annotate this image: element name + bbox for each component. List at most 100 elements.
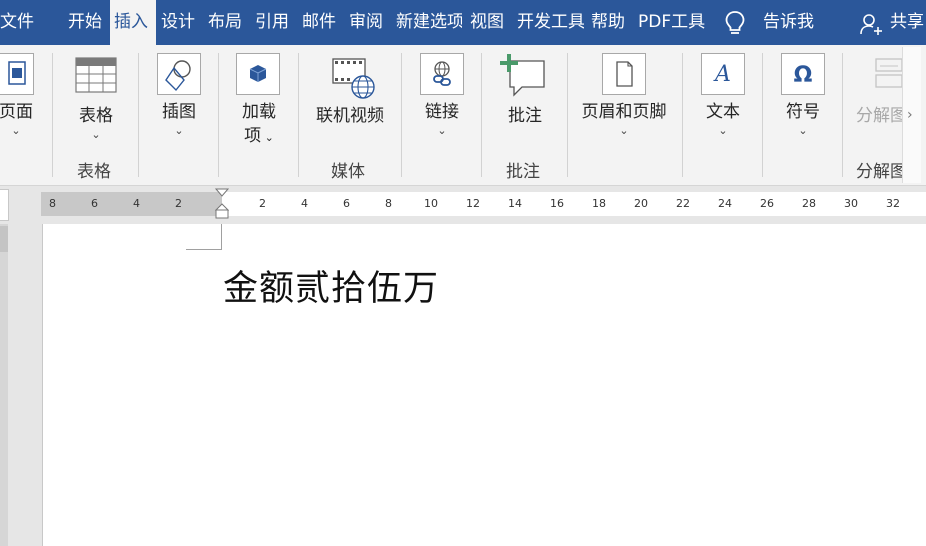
pages-label: 页面 (0, 102, 33, 122)
pages-icon-frame (0, 53, 34, 95)
online-video-label: 联机视频 (316, 106, 384, 126)
tab-label: 视图 (470, 12, 504, 32)
ruler-tick: 18 (592, 197, 606, 210)
addins-icon-frame (236, 53, 280, 95)
ruler-tick: 4 (301, 197, 308, 210)
ribbon-tab-bar: 文件 开始 插入 设计 布局 引用 邮件 审阅 新建选项 视图 开发工具 帮助 … (0, 0, 926, 45)
addins-button[interactable]: 加载 项 ⌄ (234, 100, 284, 150)
cube-icon (249, 65, 267, 82)
tab-label: 设计 (161, 12, 195, 32)
tab-label: 审阅 (349, 12, 383, 32)
horizontal-ruler[interactable]: 8 6 4 2 2 4 6 8 10 12 14 16 18 20 22 24 … (41, 188, 926, 219)
tab-pdf-tools[interactable]: PDF工具 (638, 0, 706, 45)
ruler-tick: 8 (385, 197, 392, 210)
pages-button[interactable]: 页面 ⌄ (0, 100, 36, 138)
header-footer-button[interactable]: 页眉和页脚 ⌄ (578, 100, 670, 138)
tab-view[interactable]: 视图 (470, 0, 510, 45)
ruler-tick: 20 (634, 197, 648, 210)
table-button[interactable]: 表格 ⌄ (70, 104, 122, 142)
tab-file[interactable]: 文件 (0, 0, 44, 45)
ruler-tick: 4 (133, 197, 140, 210)
ruler-tick: 14 (508, 197, 522, 210)
tab-label: 新建选项 (396, 12, 462, 32)
decompose-icon (875, 58, 903, 88)
chevron-down-icon: ⌄ (11, 124, 21, 137)
ruler-tick: 26 (760, 197, 774, 210)
header-footer-icon (616, 61, 633, 87)
online-video-button[interactable]: 联机视频 (312, 104, 388, 128)
indent-marker-icon[interactable] (215, 188, 229, 220)
tab-review[interactable]: 审阅 (349, 0, 389, 45)
margin-corner-mark (186, 249, 222, 250)
ribbon-insert: 页面 ⌄ 表格 ⌄ 表格 插图 ⌄ 加载 项 ⌄ 联机视频 媒体 链接 ⌄ 批注… (0, 45, 926, 186)
ruler-tick: 12 (466, 197, 480, 210)
group-separator (481, 53, 482, 177)
new-comment-label: 批注 (508, 106, 542, 126)
lightbulb-icon[interactable] (722, 9, 748, 37)
link-label: 链接 (425, 102, 459, 122)
page-icon (8, 61, 26, 85)
group-separator (567, 53, 568, 177)
tab-home[interactable]: 开始 (60, 0, 110, 45)
group-separator (682, 53, 683, 177)
text-box-icon: A (713, 62, 731, 87)
tab-label: 插入 (114, 12, 148, 32)
tab-new-options[interactable]: 新建选项 (396, 0, 462, 45)
group-separator (842, 53, 843, 177)
group-label-comments: 批注 (506, 162, 540, 182)
tab-label: 开始 (68, 12, 102, 32)
ruler-tick: 24 (718, 197, 732, 210)
addins-label: 加载 (242, 102, 276, 122)
group-label-media: 媒体 (331, 162, 365, 182)
chevron-down-icon: ⌄ (718, 124, 728, 137)
chevron-down-icon: ⌄ (91, 128, 101, 141)
tab-label: 帮助 (591, 12, 625, 32)
new-comment-button[interactable]: 批注 (502, 104, 548, 128)
user-add-icon[interactable] (859, 12, 883, 36)
tab-label: PDF工具 (638, 12, 706, 32)
tab-label: 引用 (255, 12, 289, 32)
link-button[interactable]: 链接 ⌄ (419, 100, 465, 138)
margin-corner-mark (221, 224, 222, 250)
shapes-icon (165, 60, 191, 92)
tab-help[interactable]: 帮助 (591, 0, 631, 45)
ruler-tick: 32 (886, 197, 900, 210)
illustrations-button[interactable]: 插图 ⌄ (156, 100, 202, 138)
group-separator (138, 53, 139, 177)
ruler-tick: 10 (424, 197, 438, 210)
symbols-button[interactable]: 符号 ⌄ (781, 100, 825, 138)
ruler-tick: 8 (49, 197, 56, 210)
svg-text:Ω: Ω (794, 63, 813, 88)
tab-developer[interactable]: 开发工具 (517, 0, 584, 45)
tell-me-search[interactable]: 告诉我 (763, 0, 814, 45)
header-footer-icon-frame (602, 53, 646, 95)
tab-label: 邮件 (302, 12, 336, 32)
ruler-area: 8 6 4 2 2 4 6 8 10 12 14 16 18 20 22 24 … (0, 186, 926, 224)
ruler-left-margin (41, 192, 222, 216)
ruler-tick: 30 (844, 197, 858, 210)
tab-references[interactable]: 引用 (255, 0, 295, 45)
chevron-down-icon: ⌄ (619, 124, 629, 137)
ruler-tick: 2 (259, 197, 266, 210)
group-separator (218, 53, 219, 177)
tab-layout[interactable]: 布局 (208, 0, 248, 45)
table-label: 表格 (79, 106, 113, 126)
ruler-tick: 22 (676, 197, 690, 210)
link-icon-frame (420, 53, 464, 95)
document-page[interactable] (42, 224, 926, 546)
ruler-tick: 28 (802, 197, 816, 210)
tab-label: 文件 (0, 12, 34, 32)
tab-mailings[interactable]: 邮件 (302, 0, 342, 45)
tab-insert[interactable]: 插入 (110, 0, 156, 45)
group-separator (762, 53, 763, 177)
tab-design[interactable]: 设计 (161, 0, 201, 45)
link-icon (433, 61, 451, 86)
ribbon-scroll-right[interactable]: › (902, 47, 921, 183)
symbols-label: 符号 (786, 102, 820, 122)
chevron-right-icon: › (907, 107, 913, 123)
text-button[interactable]: 文本 ⌄ (701, 100, 745, 138)
document-text[interactable]: 金额贰拾伍万 (223, 260, 439, 311)
illustrations-label: 插图 (162, 102, 196, 122)
share-button[interactable]: 共享 (890, 0, 924, 45)
decompose-button[interactable]: 分解图 (856, 104, 908, 128)
